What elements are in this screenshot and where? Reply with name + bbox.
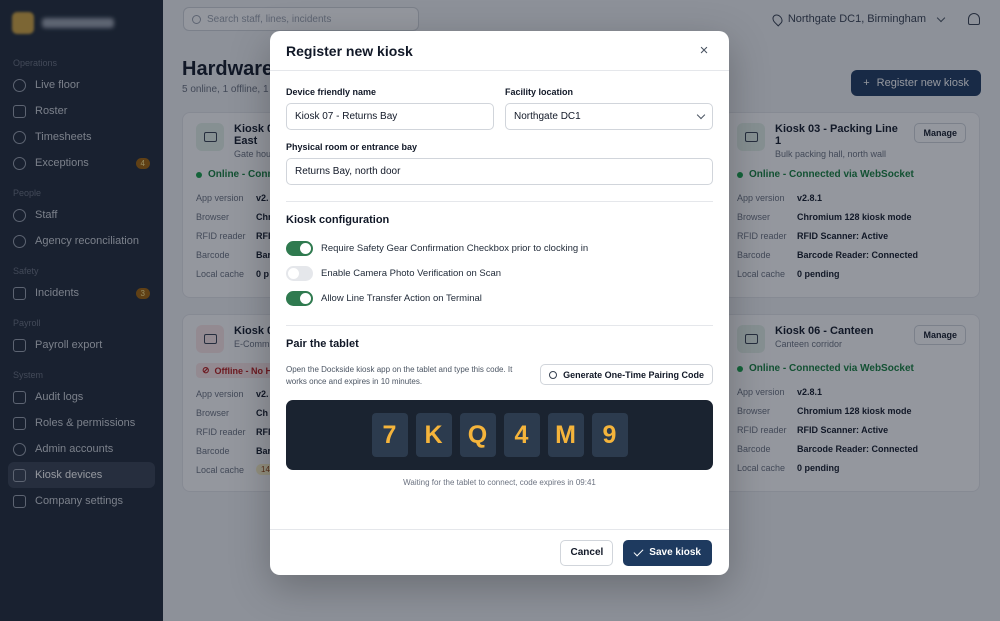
- pairing-code-display: 7 K Q 4 M 9: [286, 400, 713, 470]
- device-name-label: Device friendly name: [286, 87, 377, 97]
- room-label: Physical room or entrance bay: [286, 142, 418, 152]
- line-transfer-toggle[interactable]: [286, 291, 313, 306]
- device-name-input[interactable]: [286, 103, 494, 130]
- pair-section-title: Pair the tablet: [286, 338, 359, 350]
- chevron-down-icon: [696, 110, 706, 120]
- key-icon: [549, 370, 558, 379]
- generate-code-button[interactable]: Generate One-Time Pairing Code: [540, 364, 713, 385]
- config-section-title: Kiosk configuration: [286, 214, 390, 226]
- modal-footer: Cancel Save kiosk: [270, 529, 729, 575]
- facility-label: Facility location: [505, 87, 574, 97]
- toggle-label: Enable Camera Photo Verification on Scan: [321, 268, 502, 279]
- toggle-label: Allow Line Transfer Action on Terminal: [321, 293, 482, 304]
- toggle-row-camera-verification: Enable Camera Photo Verification on Scan: [286, 261, 713, 286]
- modal-title: Register new kiosk: [286, 42, 413, 59]
- cancel-button[interactable]: Cancel: [560, 539, 614, 566]
- code-char: 9: [591, 413, 628, 457]
- code-char: M: [547, 413, 584, 457]
- modal-body: Device friendly name Facility location N…: [270, 71, 729, 487]
- register-kiosk-modal: Register new kiosk × Device friendly nam…: [270, 31, 729, 575]
- facility-select[interactable]: Northgate DC1: [505, 103, 713, 130]
- pair-description: Open the Dockside kiosk app on the table…: [286, 365, 513, 386]
- button-label: Save kiosk: [649, 547, 701, 558]
- pairing-status-text: Waiting for the tablet to connect, code …: [403, 478, 596, 487]
- camera-verification-toggle[interactable]: [286, 266, 313, 281]
- close-icon[interactable]: ×: [695, 42, 713, 60]
- save-kiosk-button[interactable]: Save kiosk: [623, 539, 712, 566]
- room-input[interactable]: [286, 158, 713, 185]
- code-char: 4: [503, 413, 540, 457]
- toggle-row-safety-gear: Require Safety Gear Confirmation Checkbo…: [286, 236, 713, 261]
- code-char: Q: [459, 413, 496, 457]
- code-char: K: [415, 413, 452, 457]
- safety-gear-toggle[interactable]: [286, 241, 313, 256]
- toggle-row-line-transfer: Allow Line Transfer Action on Terminal: [286, 286, 713, 311]
- divider: [286, 325, 713, 326]
- button-label: Generate One-Time Pairing Code: [563, 369, 704, 380]
- code-char: 7: [371, 413, 408, 457]
- toggle-label: Require Safety Gear Confirmation Checkbo…: [321, 243, 589, 254]
- modal-header: Register new kiosk ×: [270, 31, 729, 71]
- facility-select-value: Northgate DC1: [514, 111, 581, 122]
- check-icon: [633, 546, 644, 556]
- divider: [286, 201, 713, 202]
